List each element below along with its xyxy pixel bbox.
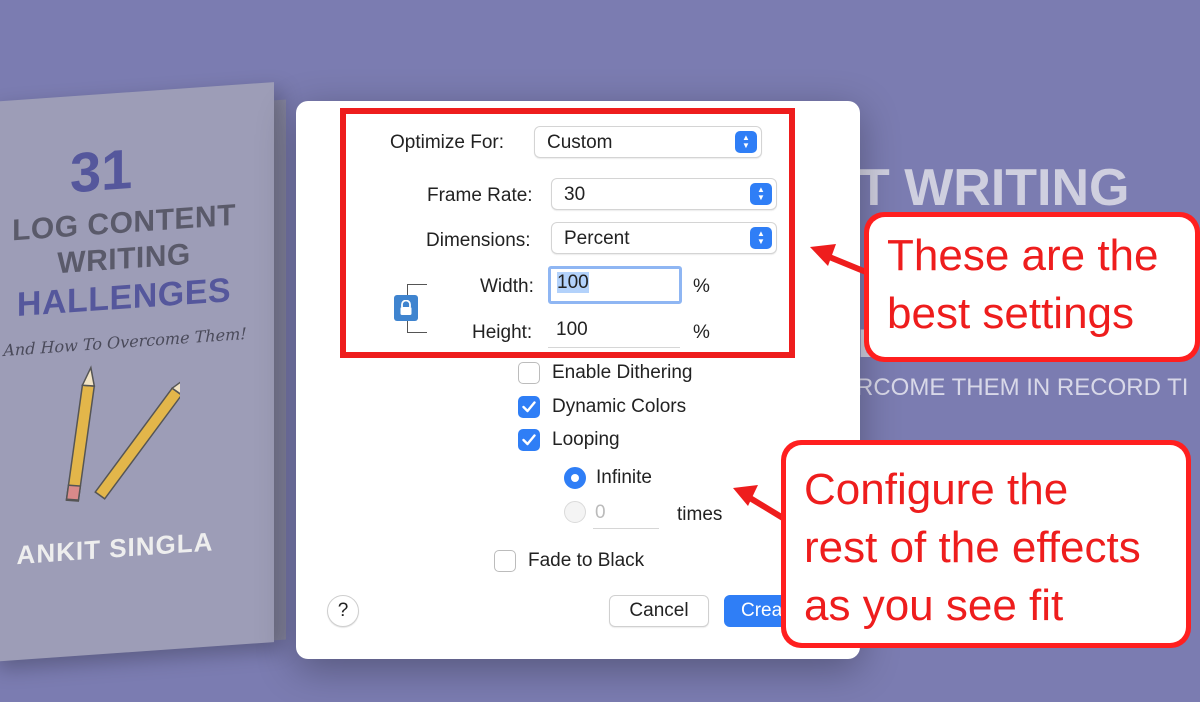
callout-best-settings: These are the best settings	[864, 212, 1200, 362]
callout-line: These are the	[887, 231, 1159, 280]
callout-line: rest of the effects	[804, 523, 1141, 572]
callout-line: best settings	[887, 289, 1135, 338]
callout-line: Configure the	[804, 465, 1069, 514]
callout-line: as you see fit	[804, 581, 1064, 630]
callout-arrow-2	[733, 485, 786, 521]
callout-arrow-1	[810, 244, 869, 275]
callout-configure-effects: Configure the rest of the effects as you…	[781, 440, 1191, 648]
